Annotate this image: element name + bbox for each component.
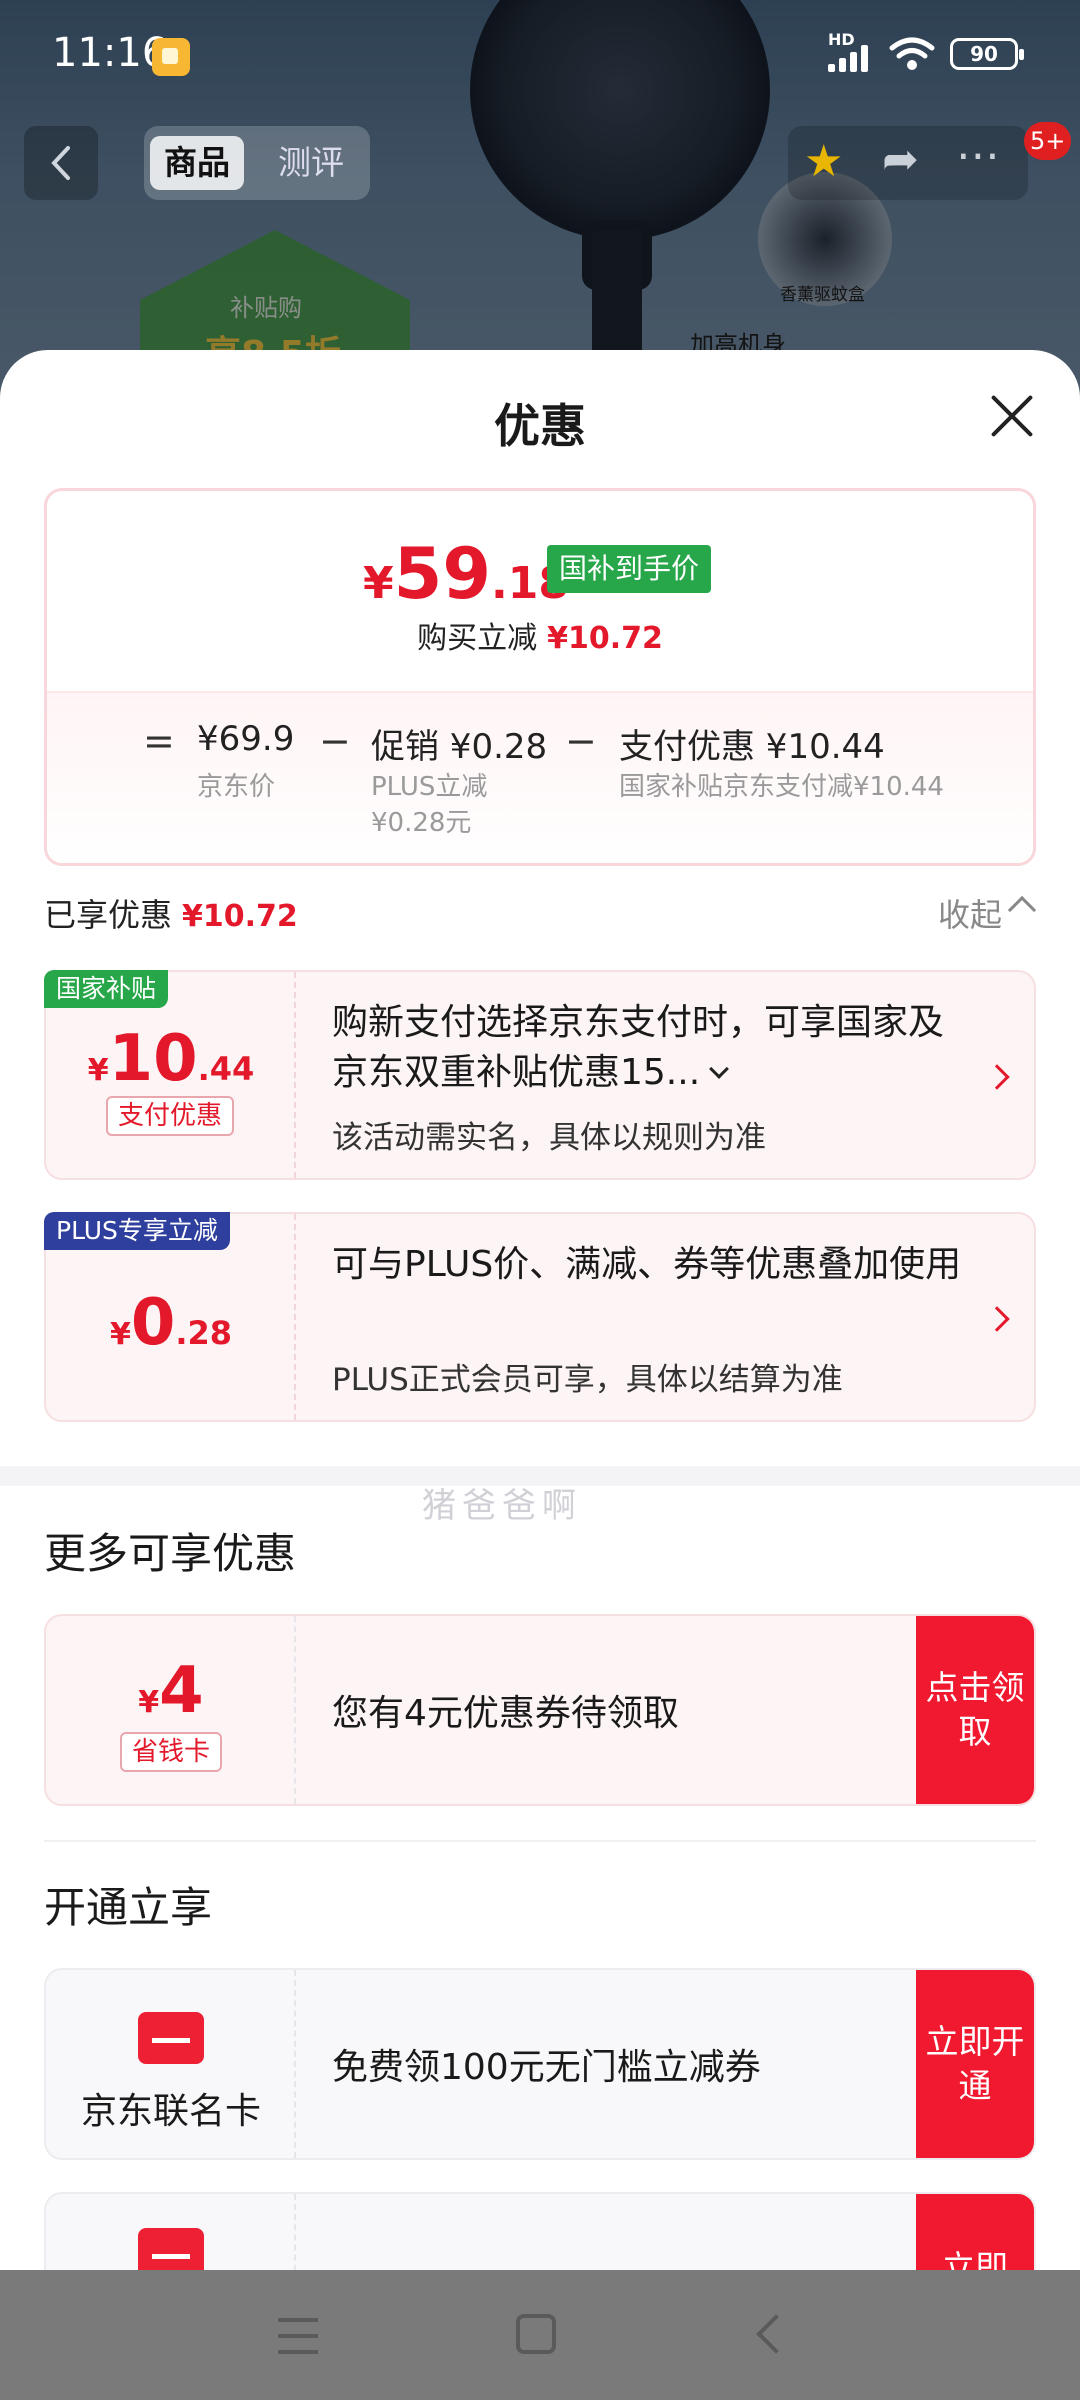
instant-discount-value: ¥10.72	[547, 621, 663, 656]
home-icon[interactable]	[516, 2314, 556, 2354]
promo-integer: 0	[130, 1286, 176, 1360]
chevron-right-icon[interactable]	[984, 1064, 1010, 1090]
status-time: 11:16	[52, 30, 168, 76]
cobrand-card-offer: 京东联名卡 免费领100元无门槛立减券 立即开通	[44, 1968, 1036, 2160]
gov-subsidy-price-tag: 国补到手价	[547, 545, 712, 593]
payment-discount-tag: 支付优惠	[106, 1096, 235, 1136]
credit-card-icon	[138, 2012, 204, 2064]
promo-amount: ¥0.28	[46, 1286, 296, 1360]
promo-currency: ¥	[87, 1053, 109, 1088]
jd-price-value: ¥69.9	[197, 719, 295, 759]
next-open-button[interactable]: 立即	[916, 2194, 1034, 2270]
next-offer: 立即	[44, 2192, 1036, 2270]
equals-sign: =	[143, 719, 175, 763]
enjoyed-discount: 已享优惠 ¥10.72	[44, 890, 298, 936]
cobrand-card-label: 京东联名卡	[80, 2091, 261, 2132]
coupon-currency: ¥	[138, 1685, 160, 1720]
status-bar: 11:16 HD 90	[0, 0, 1080, 108]
notes-app-icon	[152, 38, 190, 76]
promo-label: PLUS立减	[371, 772, 488, 802]
coupon-amount: ¥4	[46, 1654, 296, 1728]
minus-sign: −	[319, 719, 351, 763]
more-discounts-title: 更多可享优惠	[44, 1529, 297, 1578]
open-benefits-title: 开通立享	[44, 1883, 213, 1932]
promo-description: 可与PLUS价、满减、券等优惠叠加使用	[332, 1244, 962, 1285]
chevron-up-icon[interactable]	[1007, 895, 1037, 925]
price-summary-card: ¥59.18 国补到手价 购买立减 ¥10.72 = ¥69.9 京东价 − 促销…	[44, 488, 1036, 866]
signal-icon	[828, 44, 878, 72]
payment-discount-value: 支付优惠 ¥10.44	[619, 727, 885, 767]
cobrand-card-text: 免费领100元无门槛立减券	[332, 2047, 761, 2088]
menu-icon[interactable]	[278, 2318, 318, 2354]
promo-note: 该活动需实名，具体以规则为准	[332, 1120, 766, 1156]
app-card-icon	[138, 2228, 204, 2270]
section-divider	[0, 1466, 1080, 1486]
instant-discount-label: 购买立减	[417, 621, 538, 656]
promo-currency: ¥	[109, 1317, 131, 1352]
chevron-down-icon[interactable]	[709, 1059, 730, 1079]
promo-description: 购新支付选择京东支付时，可享国家及京东双重补贴优惠15...	[332, 998, 972, 1098]
instant-discount: 购买立减 ¥10.72	[47, 613, 1033, 657]
payment-discount-label: 国家补贴京东支付减¥10.44	[619, 772, 944, 802]
promo-decimal: .28	[175, 1314, 233, 1352]
chevron-left-icon	[51, 146, 70, 180]
share-icon[interactable]: ➦	[882, 138, 919, 182]
final-price: ¥59.18	[363, 533, 569, 615]
enjoyed-value: ¥10.72	[182, 899, 298, 934]
price-integer: 59	[393, 533, 492, 615]
promo-integer: 10	[108, 1022, 198, 1096]
enjoyed-label: 已享优惠	[44, 896, 173, 934]
promo-decimal: .44	[197, 1050, 255, 1088]
more-icon[interactable]: ⋯	[956, 130, 1002, 181]
gov-subsidy-promo[interactable]: 国家补贴 ¥10.44 支付优惠 购新支付选择京东支付时，可享国家及京东双重补贴…	[44, 970, 1036, 1180]
promo-value: 促销 ¥0.28	[371, 727, 548, 767]
tab-review[interactable]: 测评	[264, 136, 358, 190]
battery-icon: 90	[950, 38, 1024, 70]
discount-sheet: 优惠 ¥59.18 国补到手价 购买立减 ¥10.72 = ¥69.9 京东价 −…	[0, 350, 1080, 2270]
divider	[44, 1840, 1036, 1842]
promo-amount: ¥0.28元	[371, 808, 472, 838]
favorite-star-icon[interactable]: ★	[804, 140, 843, 184]
back-button[interactable]	[24, 126, 98, 200]
coupon-offer: ¥4 省钱卡 您有4元优惠券待领取 点击领取	[44, 1614, 1036, 1806]
minus-sign: −	[565, 719, 597, 763]
chevron-right-icon[interactable]	[984, 1306, 1010, 1332]
promo-amount: ¥10.44	[46, 1022, 296, 1096]
claim-coupon-button[interactable]: 点击领取	[916, 1616, 1034, 1804]
plus-discount-promo[interactable]: PLUS专享立减 ¥0.28 可与PLUS价、满减、券等优惠叠加使用 PLUS正…	[44, 1212, 1036, 1422]
message-count-badge: 5+	[1024, 122, 1072, 160]
close-icon[interactable]	[988, 392, 1036, 440]
system-nav-bar	[0, 2270, 1080, 2400]
product-actions: ★ ➦ ⋯	[788, 126, 1028, 200]
coupon-integer: 4	[159, 1654, 204, 1728]
promo-description-text: 购新支付选择京东支付时，可享国家及京东双重补贴优惠15...	[332, 1002, 945, 1093]
sheet-title: 优惠	[494, 399, 586, 453]
open-now-button[interactable]: 立即开通	[916, 1970, 1034, 2158]
jd-price-label: 京东价	[197, 772, 276, 802]
price-currency: ¥	[363, 558, 394, 609]
tab-product[interactable]: 商品	[150, 136, 244, 190]
back-icon[interactable]	[756, 2314, 796, 2354]
coupon-text: 您有4元优惠券待领取	[332, 1693, 679, 1734]
product-tabs: 商品 测评	[144, 126, 370, 200]
promo-tag: PLUS专享立减	[44, 1212, 230, 1250]
wifi-icon	[889, 37, 935, 70]
saving-card-tag: 省钱卡	[120, 1732, 223, 1772]
promo-tag: 国家补贴	[44, 970, 169, 1008]
collapse-button[interactable]: 收起	[938, 890, 1002, 936]
promo-note: PLUS正式会员可享，具体以结算为准	[332, 1362, 843, 1398]
